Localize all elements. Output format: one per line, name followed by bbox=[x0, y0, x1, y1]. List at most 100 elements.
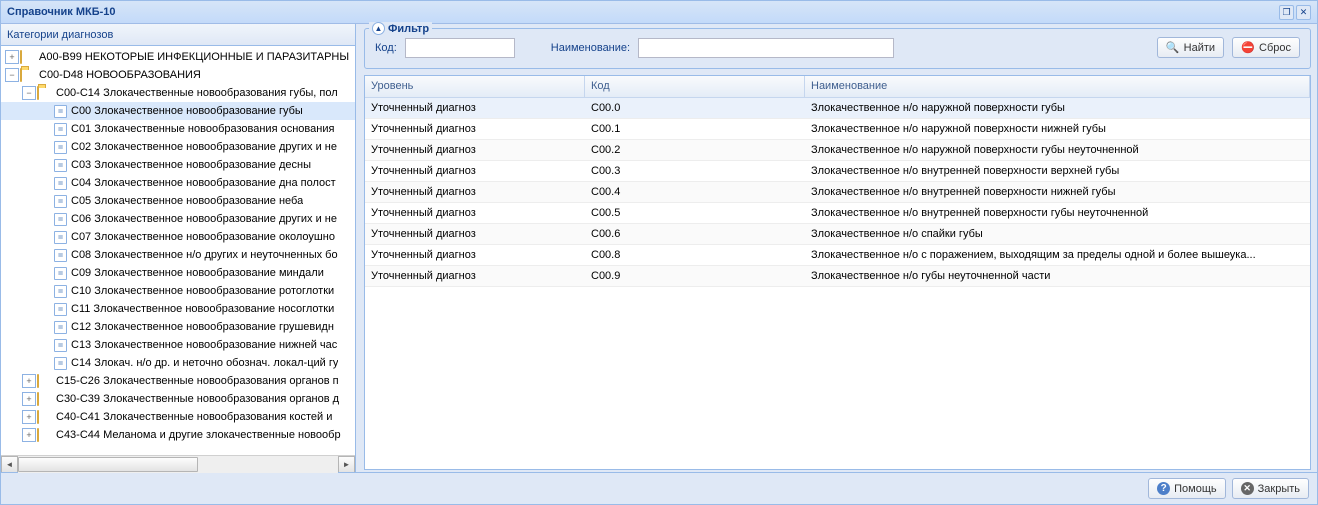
table-row[interactable]: Уточненный диагнозC00.5Злокачественное н… bbox=[365, 203, 1310, 224]
tree-node[interactable]: C12 Злокачественное новообразование груш… bbox=[1, 318, 355, 336]
tree-node[interactable]: C03 Злокачественное новообразование десн… bbox=[1, 156, 355, 174]
document-icon bbox=[54, 231, 67, 244]
search-button[interactable]: 🔍 Найти bbox=[1157, 37, 1224, 58]
cell-level: Уточненный диагноз bbox=[365, 123, 585, 135]
tree-node-label: C14 Злокач. н/о др. и неточно обознач. л… bbox=[69, 357, 338, 369]
tree-spacer bbox=[39, 356, 53, 370]
cell-level: Уточненный диагноз bbox=[365, 228, 585, 240]
tree-node[interactable]: C06 Злокачественное новообразование друг… bbox=[1, 210, 355, 228]
tree-node-label: C00-C14 Злокачественные новообразования … bbox=[54, 87, 338, 99]
restore-icon[interactable]: ❐ bbox=[1279, 5, 1294, 20]
tree-spacer bbox=[39, 140, 53, 154]
expand-icon[interactable]: + bbox=[22, 374, 36, 388]
help-button[interactable]: ? Помощь bbox=[1148, 478, 1226, 499]
tree-node[interactable]: C04 Злокачественное новообразование дна … bbox=[1, 174, 355, 192]
document-icon bbox=[54, 357, 67, 370]
cell-code: C00.9 bbox=[585, 270, 805, 282]
scroll-right-icon[interactable]: ► bbox=[338, 456, 355, 473]
folder-open-icon bbox=[20, 69, 35, 82]
expand-icon[interactable]: + bbox=[22, 428, 36, 442]
cell-code: C00.8 bbox=[585, 249, 805, 261]
tree-body[interactable]: +A00-B99 НЕКОТОРЫЕ ИНФЕКЦИОННЫЕ И ПАРАЗИ… bbox=[1, 46, 355, 455]
tree-node[interactable]: −C00-D48 НОВООБРАЗОВАНИЯ bbox=[1, 66, 355, 84]
scroll-thumb[interactable] bbox=[18, 457, 198, 472]
table-row[interactable]: Уточненный диагнозC00.3Злокачественное н… bbox=[365, 161, 1310, 182]
table-row[interactable]: Уточненный диагнозC00.2Злокачественное н… bbox=[365, 140, 1310, 161]
tree-node[interactable]: +A00-B99 НЕКОТОРЫЕ ИНФЕКЦИОННЫЕ И ПАРАЗИ… bbox=[1, 48, 355, 66]
expand-icon[interactable]: + bbox=[22, 392, 36, 406]
tree-node[interactable]: − C00-C14 Злокачественные новообразования… bbox=[1, 84, 355, 102]
tree-node[interactable]: + C40-C41 Злокачественные новообразования… bbox=[1, 408, 355, 426]
scroll-left-icon[interactable]: ◄ bbox=[1, 456, 18, 473]
tree-node[interactable]: C10 Злокачественное новообразование рото… bbox=[1, 282, 355, 300]
table-row[interactable]: Уточненный диагнозC00.6Злокачественное н… bbox=[365, 224, 1310, 245]
table-row[interactable]: Уточненный диагнозC00.0Злокачественное н… bbox=[365, 98, 1310, 119]
filter-row: Код: Наименование: 🔍 Найти ⛔ Сброс bbox=[375, 37, 1300, 58]
tree-spacer bbox=[39, 158, 53, 172]
filter-code-input[interactable] bbox=[405, 38, 515, 58]
tree-node[interactable]: C07 Злокачественное новообразование окол… bbox=[1, 228, 355, 246]
tree-node[interactable]: + C15-C26 Злокачественные новообразования… bbox=[1, 372, 355, 390]
tree-spacer bbox=[39, 176, 53, 190]
grid-header-code[interactable]: Код bbox=[585, 76, 805, 97]
reset-button[interactable]: ⛔ Сброс bbox=[1232, 37, 1300, 58]
tree-node[interactable]: C01 Злокачественные новообразования осно… bbox=[1, 120, 355, 138]
collapse-icon[interactable]: ▲ bbox=[372, 22, 385, 35]
grid-header-name[interactable]: Наименование bbox=[805, 76, 1310, 97]
tree-node[interactable]: C02 Злокачественное новообразование друг… bbox=[1, 138, 355, 156]
tree-node[interactable]: C13 Злокачественное новообразование нижн… bbox=[1, 336, 355, 354]
cell-name: Злокачественное н/о внутренней поверхнос… bbox=[805, 165, 1310, 177]
expand-icon[interactable]: + bbox=[22, 410, 36, 424]
filter-name-input[interactable] bbox=[638, 38, 894, 58]
tree-spacer bbox=[39, 320, 53, 334]
folder-icon bbox=[37, 393, 52, 406]
tree-spacer bbox=[39, 248, 53, 262]
tree-node[interactable]: +C43-C44 Меланома и другие злокачественн… bbox=[1, 426, 355, 444]
table-row[interactable]: Уточненный диагнозC00.1Злокачественное н… bbox=[365, 119, 1310, 140]
document-icon bbox=[54, 159, 67, 172]
cell-level: Уточненный диагноз bbox=[365, 270, 585, 282]
document-icon bbox=[54, 123, 67, 136]
cell-code: C00.2 bbox=[585, 144, 805, 156]
grid-body[interactable]: Уточненный диагнозC00.0Злокачественное н… bbox=[365, 98, 1310, 469]
close-icon[interactable]: ✕ bbox=[1296, 5, 1311, 20]
window-body: Категории диагнозов +A00-B99 НЕКОТОРЫЕ И… bbox=[0, 24, 1318, 505]
tree-node-label: C15-C26 Злокачественные новообразования … bbox=[54, 375, 339, 387]
collapse-icon[interactable]: − bbox=[5, 68, 19, 82]
tree-node[interactable]: C14 Злокач. н/о др. и неточно обознач. л… bbox=[1, 354, 355, 372]
window: Справочник МКБ-10 ❐ ✕ Категории диагнозо… bbox=[0, 0, 1318, 505]
folder-icon bbox=[37, 429, 52, 442]
tree-node[interactable]: C05 Злокачественное новообразование неба bbox=[1, 192, 355, 210]
cell-level: Уточненный диагноз bbox=[365, 186, 585, 198]
close-button-label: Закрыть bbox=[1258, 483, 1300, 495]
table-row[interactable]: Уточненный диагнозC00.4Злокачественное н… bbox=[365, 182, 1310, 203]
tree-node-label: C12 Злокачественное новообразование груш… bbox=[69, 321, 334, 333]
close-button[interactable]: ✕ Закрыть bbox=[1232, 478, 1309, 499]
tree-node[interactable]: +C30-C39 Злокачественные новообразования… bbox=[1, 390, 355, 408]
tree-node[interactable]: C00 Злокачественное новообразование губы bbox=[1, 102, 355, 120]
tree-node[interactable]: C09 Злокачественное новообразование минд… bbox=[1, 264, 355, 282]
tree-scrollbar[interactable]: ◄ ► bbox=[1, 455, 355, 472]
grid-header-level[interactable]: Уровень bbox=[365, 76, 585, 97]
cell-level: Уточненный диагноз bbox=[365, 249, 585, 261]
tree-node[interactable]: C11 Злокачественное новообразование носо… bbox=[1, 300, 355, 318]
cell-name: Злокачественное н/о спайки губы bbox=[805, 228, 1310, 240]
expand-icon[interactable]: + bbox=[5, 50, 19, 64]
cell-name: Злокачественное н/о внутренней поверхнос… bbox=[805, 207, 1310, 219]
table-row[interactable]: Уточненный диагнозC00.8Злокачественное н… bbox=[365, 245, 1310, 266]
tree-node-label: C40-C41 Злокачественные новообразования … bbox=[54, 411, 332, 423]
table-row[interactable]: Уточненный диагнозC00.9Злокачественное н… bbox=[365, 266, 1310, 287]
filter-legend: ▲ Фильтр bbox=[369, 22, 432, 35]
tree-node-label: C08 Злокачественное н/о других и неуточн… bbox=[69, 249, 338, 261]
search-icon: 🔍 bbox=[1166, 41, 1180, 55]
folder-icon bbox=[20, 51, 35, 64]
cell-name: Злокачественное н/о наружной поверхности… bbox=[805, 123, 1310, 135]
filter-legend-text: Фильтр bbox=[388, 23, 429, 35]
document-icon bbox=[54, 141, 67, 154]
cell-name: Злокачественное н/о с поражением, выходя… bbox=[805, 249, 1310, 261]
help-icon: ? bbox=[1157, 482, 1170, 495]
tree-node[interactable]: C08 Злокачественное н/о других и неуточн… bbox=[1, 246, 355, 264]
scroll-track[interactable] bbox=[18, 456, 338, 473]
collapse-icon[interactable]: − bbox=[22, 86, 36, 100]
tree-header: Категории диагнозов bbox=[1, 24, 355, 46]
